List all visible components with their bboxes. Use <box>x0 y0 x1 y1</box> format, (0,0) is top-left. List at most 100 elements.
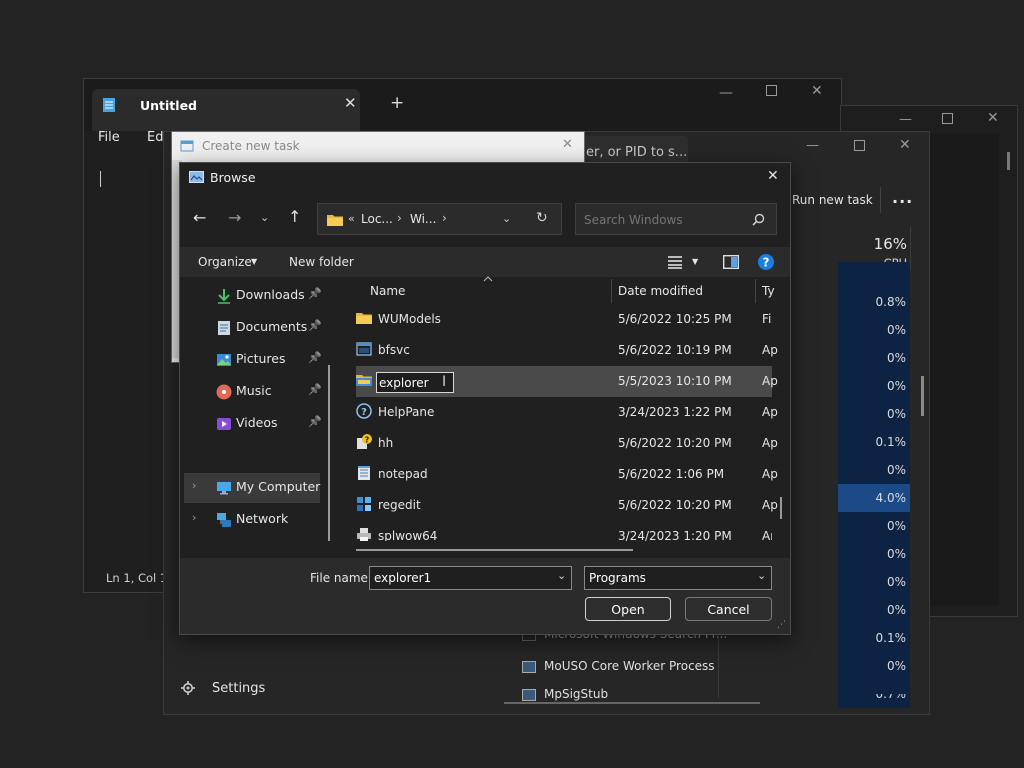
file-type-value: Programs <box>589 571 646 585</box>
file-date: 5/6/2022 10:19 PM <box>618 343 732 357</box>
nav-item-my-computer[interactable]: My Computer <box>216 479 328 497</box>
column-header-type[interactable]: Ty <box>762 284 775 298</box>
cancel-button[interactable]: Cancel <box>685 597 772 621</box>
file-type: Ap <box>762 374 778 388</box>
cpu-cell: 0% <box>838 372 910 400</box>
file-row[interactable]: ? hh 5/6/2022 10:20 PM Ap <box>356 428 778 459</box>
search-input[interactable]: er, or PID to s... <box>586 145 687 160</box>
close-icon[interactable]: ✕ <box>811 83 823 99</box>
close-icon[interactable]: ✕ <box>987 110 999 126</box>
file-name: bfsvc <box>378 343 410 357</box>
expand-chevron-icon[interactable]: › <box>192 479 196 492</box>
vertical-scrollbar[interactable] <box>780 497 782 519</box>
file-row[interactable]: regedit 5/6/2022 10:20 PM Ap <box>356 490 778 521</box>
maximize-icon[interactable] <box>854 140 865 151</box>
nav-item-pictures[interactable]: Pictures 📌 <box>216 351 328 369</box>
help-file-icon: ? <box>356 434 372 450</box>
minimize-icon[interactable]: — <box>719 85 733 101</box>
search-box[interactable] <box>575 203 777 235</box>
scrollbar-thumb[interactable] <box>1007 152 1010 170</box>
command-bar <box>180 247 790 277</box>
nav-item-label: Documents <box>236 319 308 334</box>
run-new-task-button[interactable]: Run new task <box>792 193 873 207</box>
view-chevron-down-icon[interactable]: ▼ <box>692 257 698 266</box>
column-header-date[interactable]: Date modified <box>618 284 703 298</box>
column-divider <box>910 227 911 271</box>
regedit-icon <box>356 496 372 512</box>
back-arrow-icon[interactable]: ← <box>193 208 206 227</box>
file-row[interactable]: splwow64 3/24/2023 1:20 PM Ar <box>356 521 772 541</box>
new-tab-icon[interactable]: + <box>390 93 404 113</box>
minimize-icon[interactable]: — <box>899 112 912 127</box>
breadcrumb-separator-icon[interactable]: › <box>397 211 402 225</box>
menu-file[interactable]: File <box>98 130 120 145</box>
recent-locations-chevron-down-icon[interactable]: ⌄ <box>260 211 269 224</box>
address-history-chevron-down-icon[interactable]: ⌄ <box>502 212 511 225</box>
breadcrumb-item[interactable]: Loc... <box>361 212 393 226</box>
column-header-name[interactable]: Name <box>370 284 405 298</box>
horizontal-scrollbar[interactable] <box>504 702 760 704</box>
file-name-value: explorer1 <box>374 571 432 585</box>
nav-item-documents[interactable]: Documents 📌 <box>216 319 328 337</box>
column-divider[interactable] <box>611 279 612 303</box>
toolbar-divider <box>880 187 881 213</box>
maximize-icon[interactable] <box>942 113 953 124</box>
cpu-cell: 0.1% <box>838 624 910 652</box>
file-name-chevron-down-icon[interactable]: ⌄ <box>557 569 566 582</box>
file-type-select[interactable]: Programs ⌄ <box>584 566 772 590</box>
nav-pane-scrollbar[interactable] <box>328 365 330 541</box>
column-divider[interactable] <box>755 279 756 303</box>
expand-chevron-icon[interactable]: › <box>192 511 196 524</box>
close-icon[interactable]: ✕ <box>767 168 779 184</box>
maximize-icon[interactable] <box>766 85 777 96</box>
horizontal-scrollbar[interactable] <box>356 549 633 551</box>
file-name: HelpPane <box>378 405 435 419</box>
nav-item-videos[interactable]: Videos 📌 <box>216 415 328 433</box>
cpu-cell <box>838 262 910 288</box>
file-type: Ap <box>762 405 778 419</box>
organize-chevron-down-icon[interactable]: ▼ <box>251 257 257 266</box>
file-row[interactable]: bfsvc 5/6/2022 10:19 PM Ap <box>356 335 778 366</box>
nav-item-downloads[interactable]: Downloads 📌 <box>216 287 328 305</box>
organize-menu[interactable]: Organize <box>198 255 252 269</box>
settings-button[interactable]: Settings <box>212 681 265 696</box>
file-name-field[interactable]: explorer1 ⌄ <box>369 566 572 590</box>
pin-icon: 📌 <box>308 319 322 332</box>
address-bar[interactable]: « Loc... › Wi... › ⌄ ↻ <box>317 203 562 235</box>
new-folder-button[interactable]: New folder <box>289 255 354 269</box>
cpu-cell <box>838 682 910 694</box>
file-name: notepad <box>378 467 428 481</box>
file-row[interactable]: WUModels 5/6/2022 10:25 PM Fi <box>356 304 772 335</box>
notepad-tab-title: Untitled <box>140 98 197 113</box>
close-icon[interactable]: ✕ <box>899 137 911 153</box>
file-row[interactable]: ? HelpPane 3/24/2023 1:22 PM Ap <box>356 397 778 428</box>
notepad-tab[interactable] <box>92 89 360 131</box>
videos-icon <box>216 416 232 432</box>
open-button[interactable]: Open <box>585 597 671 621</box>
breadcrumb-separator-icon[interactable]: › <box>442 211 447 225</box>
help-icon[interactable]: ? <box>758 254 774 270</box>
forward-arrow-icon[interactable]: → <box>228 208 241 227</box>
nav-item-music[interactable]: Music 📌 <box>216 383 328 401</box>
file-type-chevron-down-icon[interactable]: ⌄ <box>757 569 766 582</box>
search-input[interactable] <box>582 210 746 230</box>
close-icon[interactable]: ✕ <box>562 137 573 152</box>
up-arrow-icon[interactable]: ↑ <box>288 207 301 226</box>
scrollbar-thumb[interactable] <box>921 376 924 416</box>
nav-item-network[interactable]: Network <box>216 511 328 529</box>
process-row[interactable]: MpSigStub <box>522 687 608 701</box>
minimize-icon[interactable]: — <box>806 138 819 153</box>
preview-pane-icon[interactable] <box>723 255 739 269</box>
resize-grip-icon[interactable]: ⋰ <box>777 620 786 630</box>
more-options-icon[interactable]: ... <box>892 188 913 207</box>
process-row[interactable]: MoUSO Core Worker Process <box>522 659 715 673</box>
refresh-icon[interactable]: ↻ <box>536 210 548 226</box>
dialog-title: Browse <box>210 170 256 185</box>
nav-item-label: Network <box>236 511 289 526</box>
breadcrumb-item[interactable]: Wi... <box>410 212 436 226</box>
overflow-chevrons-icon[interactable]: « <box>348 212 355 225</box>
file-name: WUModels <box>378 312 441 326</box>
file-row[interactable]: notepad 5/6/2022 1:06 PM Ap <box>356 459 778 490</box>
view-details-icon[interactable] <box>667 255 683 269</box>
close-tab-icon[interactable]: ✕ <box>344 94 357 112</box>
